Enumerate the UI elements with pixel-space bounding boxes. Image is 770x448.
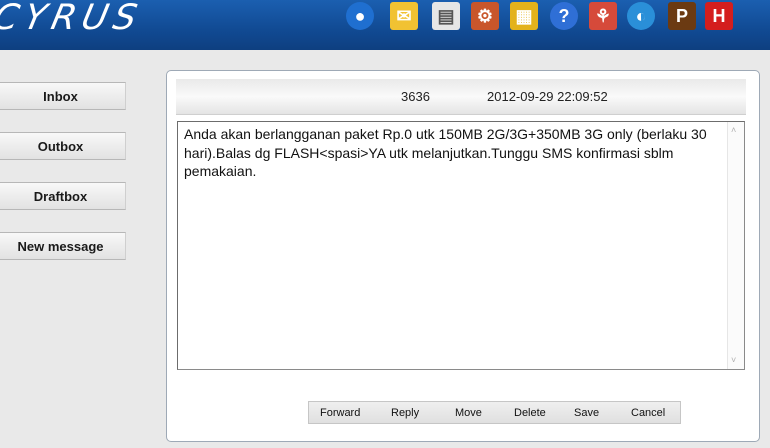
settings-icon-glyph: ⚙ xyxy=(476,5,494,26)
hot-icon-glyph: H xyxy=(712,5,726,26)
sim-card-icon[interactable]: ▦ xyxy=(510,2,538,30)
scroll-up-icon[interactable]: ˄ xyxy=(731,126,736,135)
app-logo: CYRUS xyxy=(0,0,147,38)
globe-icon[interactable]: ● xyxy=(346,2,374,30)
sender-number: 3636 xyxy=(401,89,430,104)
sidebar-item-draftbox[interactable]: Draftbox xyxy=(0,182,126,210)
hot-icon[interactable]: H xyxy=(705,2,733,30)
sidebar-item-inbox[interactable]: Inbox xyxy=(0,82,126,110)
sidebar-item-new-message[interactable]: New message xyxy=(0,232,126,260)
message-action-bar: Forward Reply Move Delete Save Cancel xyxy=(308,401,681,424)
message-header: 3636 2012-09-29 22:09:52 xyxy=(176,79,746,115)
envelope-icon[interactable]: ✉ xyxy=(390,2,418,30)
message-panel: 3636 2012-09-29 22:09:52 Anda akan berla… xyxy=(166,70,760,442)
envelope-icon-glyph: ✉ xyxy=(396,5,412,26)
save-button[interactable]: Save xyxy=(574,407,599,419)
sidebar-item-label: Outbox xyxy=(37,138,84,154)
vertical-scrollbar[interactable]: ˄ ˅ xyxy=(727,122,744,369)
network-icon-glyph: ◐ xyxy=(635,5,647,26)
mascot-icon-glyph: ⚘ xyxy=(594,5,612,26)
message-body-box[interactable]: Anda akan berlangganan paket Rp.0 utk 15… xyxy=(177,121,745,370)
contacts-icon[interactable]: ▤ xyxy=(432,2,460,30)
sim-card-icon-glyph: ▦ xyxy=(515,5,533,26)
contacts-icon-glyph: ▤ xyxy=(437,5,455,26)
network-icon[interactable]: ◐ xyxy=(627,2,655,30)
forward-button[interactable]: Forward xyxy=(320,407,360,419)
p-icon[interactable]: P xyxy=(668,2,696,30)
delete-button[interactable]: Delete xyxy=(514,407,546,419)
sidebar-item-label: New message xyxy=(17,238,104,254)
reply-button[interactable]: Reply xyxy=(391,407,419,419)
message-body-text: Anda akan berlangganan paket Rp.0 utk 15… xyxy=(184,126,707,179)
scroll-down-icon[interactable]: ˅ xyxy=(731,356,736,365)
globe-icon-glyph: ● xyxy=(354,5,366,26)
top-header: CYRUS ● ✉ ▤ ⚙ ▦? ⚘ ◐ P H xyxy=(0,0,770,50)
sidebar-item-outbox[interactable]: Outbox xyxy=(0,132,126,160)
sidebar-item-label: Inbox xyxy=(43,88,78,104)
message-timestamp: 2012-09-29 22:09:52 xyxy=(487,89,608,104)
p-icon-glyph: P xyxy=(675,5,688,26)
cancel-button[interactable]: Cancel xyxy=(631,407,665,419)
move-button[interactable]: Move xyxy=(455,407,482,419)
mascot-icon[interactable]: ⚘ xyxy=(589,2,617,30)
help-icon[interactable]: ? xyxy=(550,2,578,30)
help-icon-glyph: ? xyxy=(558,5,570,26)
sidebar-item-label: Draftbox xyxy=(33,188,88,204)
settings-icon[interactable]: ⚙ xyxy=(471,2,499,30)
